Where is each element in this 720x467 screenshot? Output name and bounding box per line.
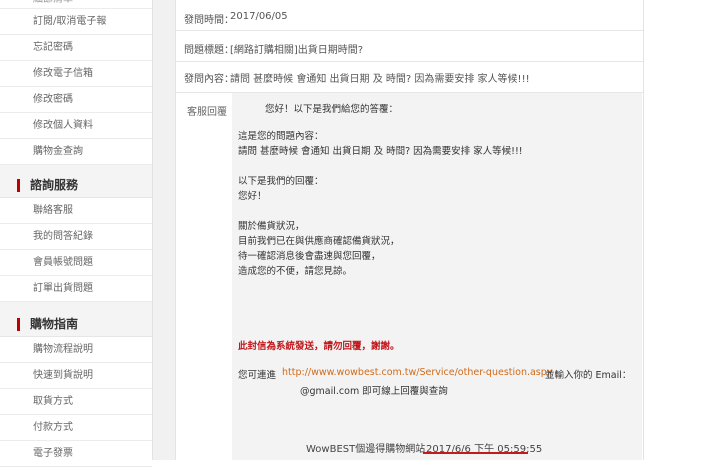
reply-answer-line: 關於備貨狀況， — [238, 221, 305, 232]
sidebar-item-e-invoice[interactable]: 電子發票 — [0, 441, 152, 467]
question-subject-value: [網路訂購相關]出貨日期時間? — [230, 45, 364, 56]
left-gutter — [153, 0, 175, 460]
question-time-label: 發問時間： — [184, 15, 234, 26]
sidebar-item-qa-history[interactable]: 我的問答紀錄 — [0, 224, 152, 250]
sidebar-section-consult: 諮詢服務 — [0, 173, 152, 198]
reply-answer-line: 目前我們已在與供應商確認備貨狀況， — [238, 236, 400, 247]
sidebar-item-change-email[interactable]: 修改電子信箱 — [0, 61, 152, 87]
reply-section: 客服回覆 您好！以下是我們給您的答覆： 這是您的問題內容： 請問 甚麼時候 會通… — [176, 93, 643, 460]
section-marker-icon — [17, 179, 20, 192]
sidebar-item-detail-list[interactable]: 細節清單 — [0, 0, 152, 9]
sidebar-item-forgot-password[interactable]: 忘記密碼 — [0, 35, 152, 61]
sidebar-item-contact-service[interactable]: 聯絡客服 — [0, 198, 152, 224]
question-subject-label: 問題標題： — [184, 45, 234, 56]
system-notice: 此封信為系統發送，請勿回覆，謝謝。 — [238, 341, 400, 352]
sidebar-item-change-password[interactable]: 修改密碼 — [0, 87, 152, 113]
question-time-value: 2017/06/05 — [230, 11, 288, 22]
sidebar-item-newsletter[interactable]: 訂閱/取消電子報 — [0, 9, 152, 35]
reply-answer-line: 造成您的不便，請您見諒。 — [238, 266, 353, 277]
sidebar-item-fast-delivery[interactable]: 快速到貨說明 — [0, 363, 152, 389]
sidebar-item-edit-profile[interactable]: 修改個人資料 — [0, 113, 152, 139]
signature: WowBEST個邊得購物網站 — [306, 444, 426, 455]
right-margin — [642, 0, 720, 460]
reply-answer-intro: 以下是我們的回覆： — [238, 176, 324, 187]
follow-up-email: @gmail.com 即可線上回覆與查詢 — [300, 386, 448, 397]
sidebar: 細節清單 訂閱/取消電子報 忘記密碼 修改電子信箱 修改密碼 修改個人資料 購物… — [0, 0, 153, 467]
follow-up-suffix: 並輸入你的 Email： — [545, 370, 632, 381]
question-content-value: 請問 甚麼時候 會通知 出貨日期 及 時間? 因為需要安排 家人等候!!! — [230, 74, 530, 85]
question-subject-row: 問題標題： [網路訂購相關]出貨日期時間? — [176, 31, 643, 62]
section-marker-icon — [17, 318, 20, 331]
sidebar-gap — [0, 165, 152, 173]
sidebar-item-pickup[interactable]: 取貨方式 — [0, 389, 152, 415]
sidebar-item-order-shipping[interactable]: 訂單出貨問題 — [0, 276, 152, 302]
sent-time-underline — [423, 452, 528, 454]
sidebar-item-payment[interactable]: 付款方式 — [0, 415, 152, 441]
sidebar-item-shopping-credit[interactable]: 購物金查詢 — [0, 139, 152, 165]
follow-up-prefix: 您可連進 — [238, 370, 277, 381]
reply-answer-line: 待一確認消息後會盡速與您回覆， — [238, 251, 381, 262]
sidebar-item-account-issue[interactable]: 會員帳號問題 — [0, 250, 152, 276]
question-content-label: 發問內容： — [184, 74, 234, 85]
sidebar-gap — [0, 302, 152, 312]
question-time-row: 發問時間： 2017/06/05 — [176, 0, 643, 31]
question-content-row: 發問內容： 請問 甚麼時候 會通知 出貨日期 及 時間? 因為需要安排 家人等候… — [176, 62, 643, 93]
question-detail-panel: 發問時間： 2017/06/05 問題標題： [網路訂購相關]出貨日期時間? 發… — [175, 0, 644, 460]
reply-label: 客服回覆 — [187, 107, 227, 118]
reply-question-intro: 這是您的問題內容： — [238, 131, 324, 142]
section-title: 諮詢服務 — [30, 178, 79, 192]
section-title: 購物指南 — [30, 317, 79, 331]
reply-question-text: 請問 甚麼時候 會通知 出貨日期 及 時間? 因為需要安排 家人等候!!! — [238, 146, 523, 157]
sidebar-section-guide: 購物指南 — [0, 312, 152, 337]
reply-greeting: 您好！以下是我們給您的答覆： — [265, 104, 399, 115]
sidebar-item-shopping-flow[interactable]: 購物流程說明 — [0, 337, 152, 363]
reply-box: 您好！以下是我們給您的答覆： 這是您的問題內容： 請問 甚麼時候 會通知 出貨日… — [232, 93, 642, 460]
follow-up-link[interactable]: http://www.wowbest.com.tw/Service/other-… — [282, 367, 552, 378]
reply-answer-hello: 您好！ — [238, 191, 267, 202]
